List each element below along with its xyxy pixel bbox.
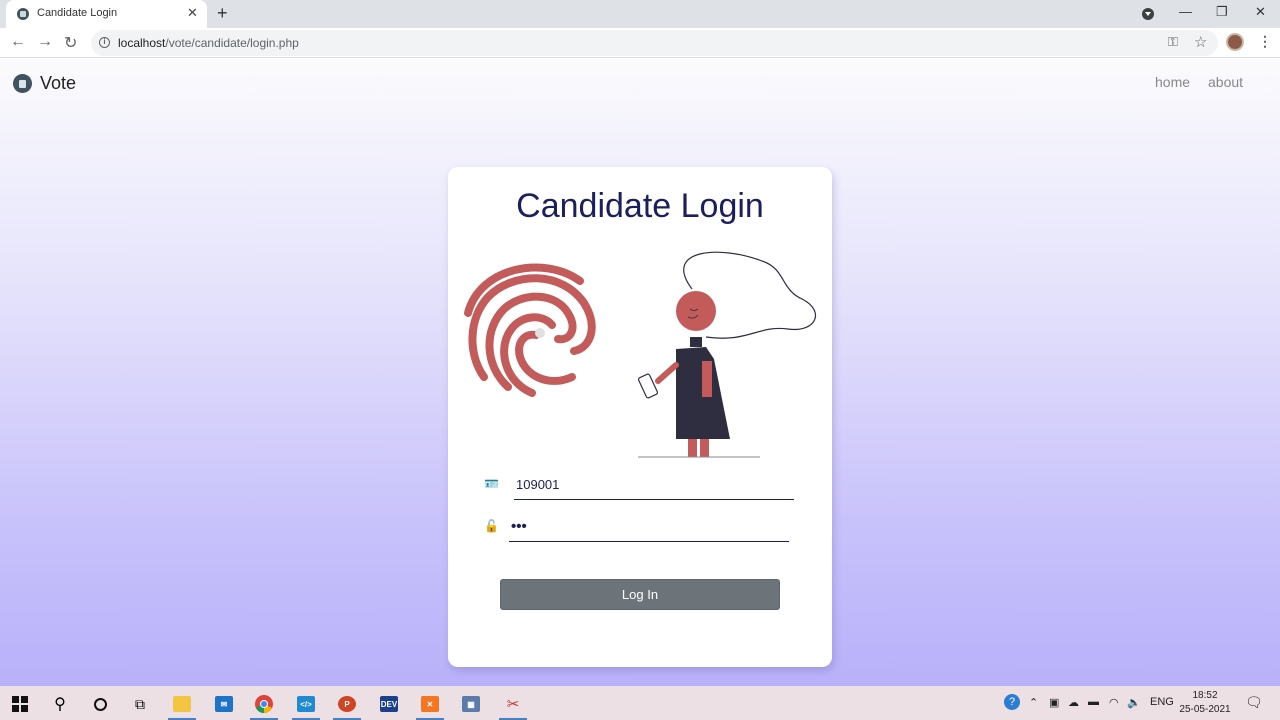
calculator-icon: ▦: [462, 696, 480, 712]
search-icon: ⚲: [54, 696, 66, 713]
cortana-circle-icon: [93, 697, 107, 711]
wifi-icon[interactable]: ◠: [1109, 696, 1119, 709]
notification-icon[interactable]: 🗨: [1245, 694, 1263, 711]
profile-avatar[interactable]: [1226, 33, 1244, 51]
browser-tab-strip: Candidate Login ✕ + — ❐ ✕: [0, 0, 1280, 28]
browser-menu-icon[interactable]: ⋮: [1258, 33, 1272, 50]
chrome-icon: [255, 695, 273, 713]
reload-icon[interactable]: ↻: [64, 33, 77, 53]
restore-icon[interactable]: ❐: [1216, 4, 1228, 20]
new-tab-icon[interactable]: +: [217, 3, 228, 24]
bookmark-star-icon[interactable]: ☆: [1194, 33, 1207, 51]
help-icon[interactable]: ?: [1004, 694, 1020, 710]
taskbar-file-explorer[interactable]: [164, 691, 200, 720]
forward-icon[interactable]: →: [37, 33, 53, 51]
taskbar-mail[interactable]: ✉: [206, 691, 242, 717]
snipping-tool-icon: ✂: [506, 696, 520, 713]
password-field: 🔓: [484, 512, 794, 542]
url-host: localhost: [118, 36, 166, 50]
windows-logo-icon: [12, 696, 28, 712]
tab-title: Candidate Login: [37, 7, 118, 19]
url-text: localhost/vote/candidate/login.php: [118, 36, 299, 50]
fingerprint-illustration: [464, 251, 816, 458]
task-view-button[interactable]: ⧉: [122, 691, 158, 717]
id-card-icon: 🪪: [484, 477, 499, 491]
mail-icon: ✉: [215, 696, 233, 712]
site-info-icon[interactable]: i: [99, 37, 110, 48]
volume-icon[interactable]: 🔈: [1127, 696, 1141, 709]
unlock-icon: 🔓: [484, 519, 499, 533]
woman-with-phone-icon: [637, 251, 816, 458]
taskbar-devcpp[interactable]: DEV: [371, 691, 407, 717]
search-button[interactable]: ⚲: [42, 691, 78, 717]
tray-chevron-up-icon[interactable]: ⌃: [1029, 696, 1038, 709]
xampp-icon: ✕: [421, 696, 439, 712]
taskbar-powerpoint[interactable]: P: [329, 691, 365, 720]
taskbar-calculator[interactable]: ▦: [453, 691, 489, 717]
clock[interactable]: 18:52 25-05-2021: [1177, 689, 1233, 717]
brand[interactable]: Vote: [13, 73, 76, 94]
brand-name: Vote: [40, 73, 77, 93]
nav-link-home[interactable]: home: [1155, 74, 1190, 90]
dev-icon: DEV: [380, 696, 398, 712]
vote-favicon-icon: [17, 8, 29, 20]
close-window-icon[interactable]: ✕: [1255, 4, 1266, 20]
onedrive-icon[interactable]: ☁: [1068, 696, 1079, 709]
url-path: /vote/candidate/login.php: [165, 36, 299, 50]
log-in-button[interactable]: Log In: [500, 579, 780, 610]
battery-icon[interactable]: ▬: [1088, 696, 1099, 708]
taskbar-snipping[interactable]: ✂: [495, 691, 531, 720]
ballot-box-logo-icon: [13, 74, 32, 93]
meet-now-icon[interactable]: ▣: [1049, 696, 1059, 709]
candidate-id-input[interactable]: [514, 470, 794, 500]
fingerprint-icon: [464, 263, 596, 397]
tab-search-icon[interactable]: [1142, 8, 1154, 20]
powerpoint-icon: P: [338, 696, 356, 712]
nav-link-about[interactable]: about: [1208, 74, 1243, 90]
cortana-button[interactable]: [82, 691, 118, 717]
login-card: Candidate Login 🪪 109001 🔓 ••• Log In: [448, 167, 832, 667]
vscode-icon: </>: [297, 696, 315, 712]
minimize-icon[interactable]: —: [1179, 4, 1192, 19]
address-bar[interactable]: i localhost/vote/candidate/login.php ⚿ ☆: [91, 30, 1218, 56]
candidate-id-field: 🪪: [484, 470, 794, 500]
close-tab-icon[interactable]: ✕: [187, 5, 198, 21]
taskbar-xampp[interactable]: ✕: [412, 691, 448, 720]
password-input[interactable]: [509, 512, 789, 542]
page-body: Vote home about Candidate Login 🪪 109001…: [0, 59, 1280, 686]
taskbar: ⚲ ⧉ ✉ </> P DEV ✕ ▦ ✂ ? ⌃ ▣ ☁ ▬ ◠ 🔈 ENG …: [0, 686, 1280, 720]
clock-time: 18:52: [1192, 690, 1218, 701]
folder-icon: [173, 696, 191, 712]
taskbar-chrome[interactable]: [246, 691, 282, 720]
browser-tab[interactable]: Candidate Login ✕: [6, 0, 207, 28]
clock-date: 25-05-2021: [1179, 704, 1231, 715]
browser-toolbar: ← → ↻ i localhost/vote/candidate/login.p…: [0, 28, 1280, 58]
login-title: Candidate Login: [516, 187, 764, 225]
taskbar-vscode[interactable]: </>: [288, 691, 324, 720]
start-button[interactable]: [2, 691, 38, 717]
task-view-icon: ⧉: [135, 695, 145, 712]
password-key-icon[interactable]: ⚿: [1168, 34, 1178, 50]
back-icon[interactable]: ←: [10, 33, 26, 51]
language-indicator[interactable]: ENG: [1150, 696, 1174, 708]
